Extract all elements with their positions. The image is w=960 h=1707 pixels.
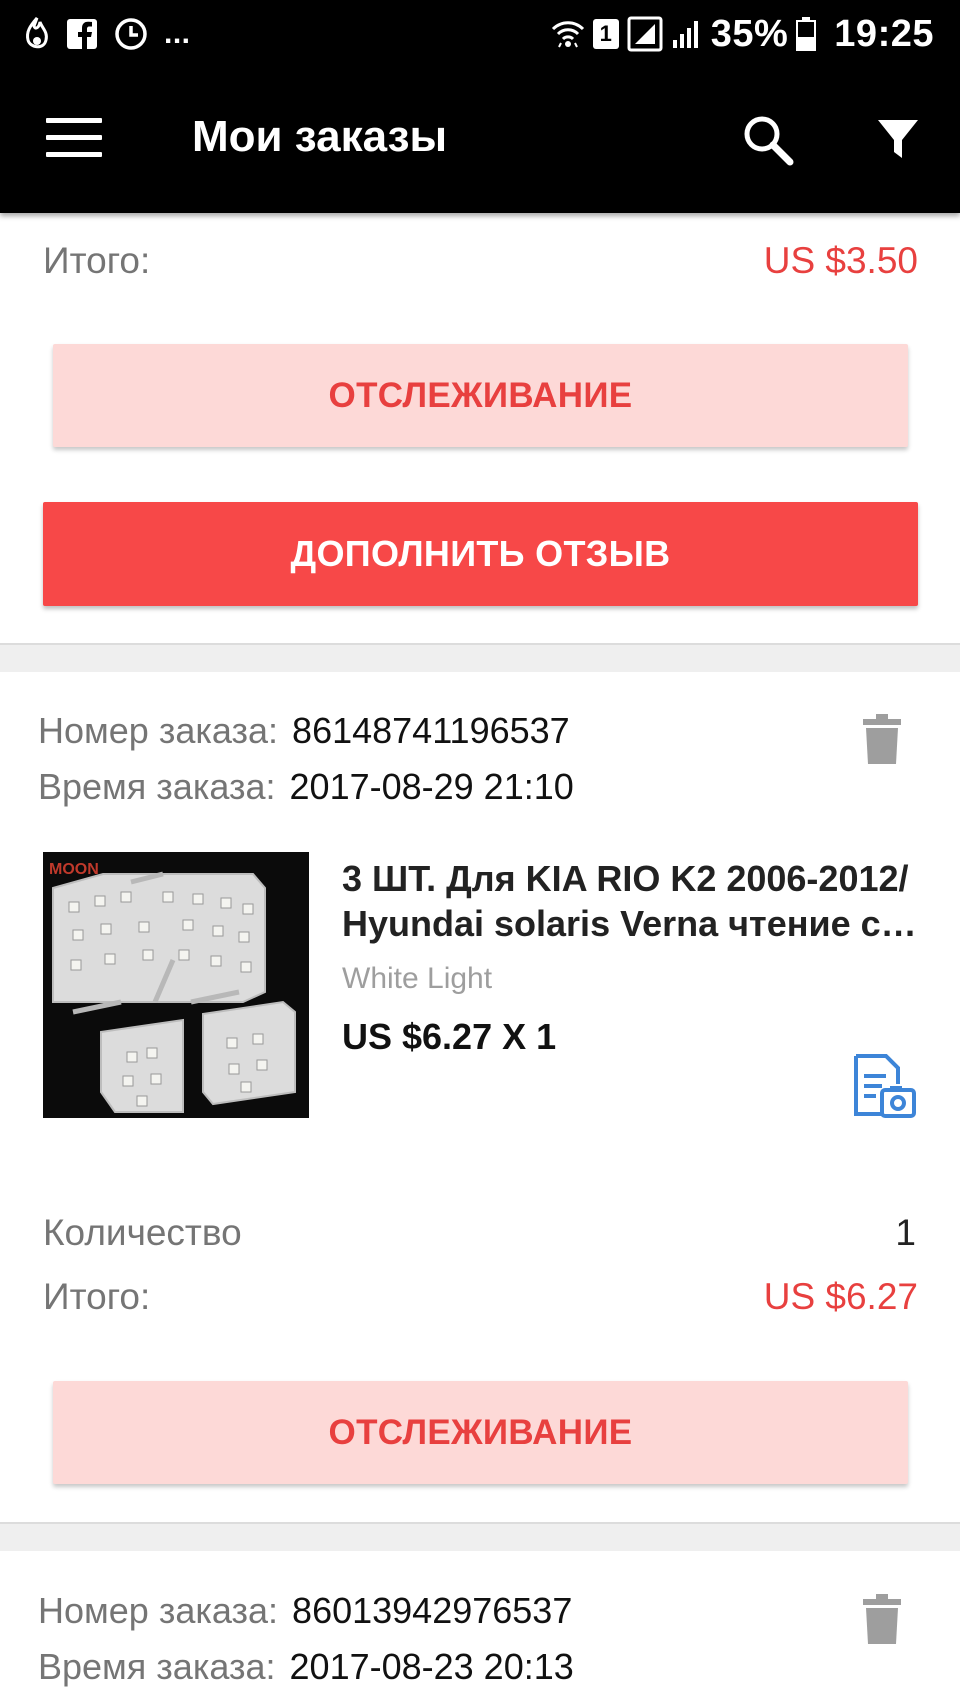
filter-icon[interactable] bbox=[872, 114, 924, 166]
order-number-label: Номер заказа: bbox=[38, 710, 279, 751]
battery-icon bbox=[796, 17, 817, 51]
delete-order-icon[interactable] bbox=[862, 714, 902, 766]
product-title[interactable]: 3 ШТ. Для KIA RIO K2 2006-2012/ Hyundai … bbox=[342, 856, 922, 946]
order-divider bbox=[0, 1522, 960, 1551]
facebook-icon bbox=[66, 18, 98, 50]
more-notifications: ... bbox=[164, 17, 191, 50]
status-system: 1 35% 19:25 bbox=[551, 10, 934, 58]
order-time-label: Время заказа: bbox=[38, 766, 276, 807]
status-notifications: ... bbox=[24, 14, 191, 54]
product-title-line1: 3 ШТ. Для KIA RIO K2 2006-2012/ bbox=[342, 858, 909, 899]
wifi-icon bbox=[551, 17, 585, 51]
delete-order-icon[interactable] bbox=[862, 1594, 902, 1646]
order-number-label: Номер заказа: bbox=[38, 1590, 279, 1631]
quantity-value: 1 bbox=[895, 1212, 916, 1253]
total-label: Итого: bbox=[43, 1276, 151, 1317]
photo-review-icon[interactable] bbox=[852, 1054, 916, 1118]
product-title-line2: Hyundai solaris Verna чтение св... bbox=[342, 903, 922, 944]
order-number: Номер заказа: 86148741196537 bbox=[38, 710, 570, 752]
quantity-label: Количество bbox=[43, 1212, 242, 1253]
total-value: US $3.50 bbox=[763, 240, 918, 281]
status-bar: ... 1 35% 19:25 bbox=[0, 0, 960, 68]
order-divider bbox=[0, 643, 960, 672]
signal-sim1-icon bbox=[627, 16, 663, 52]
page-title: Мои заказы bbox=[192, 112, 448, 161]
order-time-label: Время заказа: bbox=[38, 1646, 276, 1687]
app-bar: Мои заказы bbox=[0, 68, 960, 213]
search-icon[interactable] bbox=[740, 112, 796, 168]
menu-icon[interactable] bbox=[46, 118, 102, 158]
flame-notification-icon bbox=[24, 16, 50, 52]
add-review-button[interactable]: ДОПОЛНИТЬ ОТЗЫВ bbox=[43, 502, 918, 606]
product-brand: MOON bbox=[49, 861, 99, 878]
track-button[interactable]: ОТСЛЕЖИВАНИЕ bbox=[53, 344, 908, 447]
order-time-value: 2017-08-23 20:13 bbox=[289, 1646, 574, 1687]
order-number: Номер заказа: 86013942976537 bbox=[38, 1590, 572, 1632]
sim-indicator: 1 bbox=[592, 19, 619, 49]
battery-percent: 35% bbox=[710, 12, 789, 55]
total-value: US $6.27 bbox=[763, 1276, 918, 1317]
total-label: Итого: bbox=[43, 240, 151, 281]
order-time: Время заказа: 2017-08-23 20:13 bbox=[38, 1646, 574, 1688]
track-button[interactable]: ОТСЛЕЖИВАНИЕ bbox=[53, 1381, 908, 1484]
signal-sim2-icon bbox=[671, 18, 703, 50]
product-variant: White Light bbox=[342, 962, 493, 995]
product-price: US $6.27 X 1 bbox=[342, 1016, 557, 1057]
order-time-value: 2017-08-29 21:10 bbox=[289, 766, 574, 807]
order-time: Время заказа: 2017-08-29 21:10 bbox=[38, 766, 574, 808]
order-number-value: 86013942976537 bbox=[292, 1590, 573, 1631]
clock: 19:25 bbox=[834, 12, 934, 55]
order-number-value: 86148741196537 bbox=[292, 710, 570, 751]
sync-notification-icon bbox=[114, 17, 148, 51]
product-image[interactable]: MOON bbox=[43, 852, 309, 1118]
